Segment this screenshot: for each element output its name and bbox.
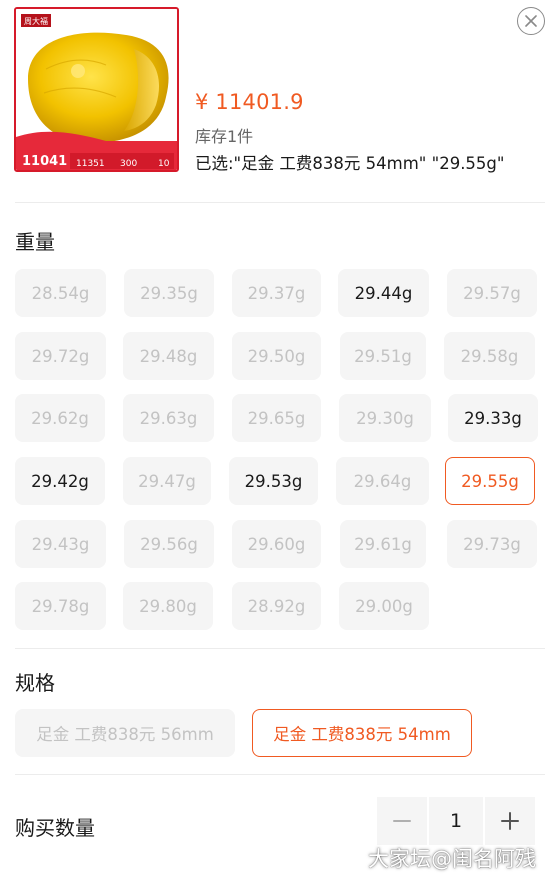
product-price: ¥ 11401.9 <box>195 90 304 114</box>
weight-option: 29.56g <box>124 520 214 568</box>
weight-option: 29.51g <box>340 332 426 380</box>
spec-option: 足金 工费838元 56mm <box>15 709 235 757</box>
weight-option[interactable]: 29.44g <box>338 269 429 317</box>
weight-option: 29.73g <box>447 520 537 568</box>
weight-option: 29.57g <box>447 269 537 317</box>
spec-section-title: 规格 <box>15 671 55 695</box>
weight-option: 29.48g <box>123 332 214 380</box>
weight-option[interactable]: 29.53g <box>229 457 318 505</box>
weight-option: 28.92g <box>232 582 321 630</box>
weight-option: 29.65g <box>232 394 321 442</box>
weight-option: 29.00g <box>339 582 429 630</box>
close-button[interactable] <box>517 7 545 35</box>
weight-option: 29.30g <box>339 394 431 442</box>
weight-option: 29.80g <box>123 582 213 630</box>
divider <box>15 202 545 203</box>
weight-option[interactable]: 29.42g <box>15 457 105 505</box>
weight-option: 29.63g <box>123 394 214 442</box>
weight-option: 28.54g <box>15 269 106 317</box>
weight-option[interactable]: 29.55g <box>445 457 535 505</box>
divider <box>15 648 545 649</box>
weight-option: 29.35g <box>124 269 214 317</box>
weight-option: 29.50g <box>232 332 321 380</box>
watermark: 大家坛@闺名阿残 <box>368 847 536 871</box>
quantity-stepper: 1 <box>377 797 535 845</box>
banner-price: 11041 <box>22 154 67 169</box>
weight-option: 29.61g <box>340 520 426 568</box>
plus-icon <box>501 812 519 830</box>
quantity-value[interactable]: 1 <box>429 797 483 845</box>
weight-section-title: 重量 <box>15 230 55 254</box>
weight-option: 29.78g <box>15 582 106 630</box>
product-image: 周大福 11041 11351 300 10 <box>14 7 179 172</box>
banner-stat-1: 11351 <box>76 159 105 169</box>
selected-summary: 已选:"足金 工费838元 54mm" "29.55g" <box>195 154 505 173</box>
weight-option: 29.37g <box>232 269 321 317</box>
banner-stat-2: 300 <box>120 159 137 169</box>
decrease-quantity-button[interactable] <box>377 797 427 845</box>
quantity-label: 购买数量 <box>15 816 95 840</box>
brand-logo-text: 周大福 <box>24 16 48 26</box>
weight-option[interactable]: 29.33g <box>448 394 538 442</box>
stock-count: 库存1件 <box>195 127 254 146</box>
weight-option: 29.47g <box>123 457 211 505</box>
weight-option: 29.58g <box>444 332 535 380</box>
weight-option: 29.64g <box>336 457 429 505</box>
banner-stat-3: 10 <box>158 159 170 169</box>
increase-quantity-button[interactable] <box>485 797 535 845</box>
spec-option[interactable]: 足金 工费838元 54mm <box>252 709 472 757</box>
minus-icon <box>393 820 411 822</box>
close-icon <box>525 15 537 27</box>
divider <box>15 774 545 775</box>
weight-option: 29.62g <box>15 394 105 442</box>
weight-option: 29.43g <box>15 520 106 568</box>
weight-option: 29.60g <box>232 520 321 568</box>
weight-option: 29.72g <box>15 332 106 380</box>
